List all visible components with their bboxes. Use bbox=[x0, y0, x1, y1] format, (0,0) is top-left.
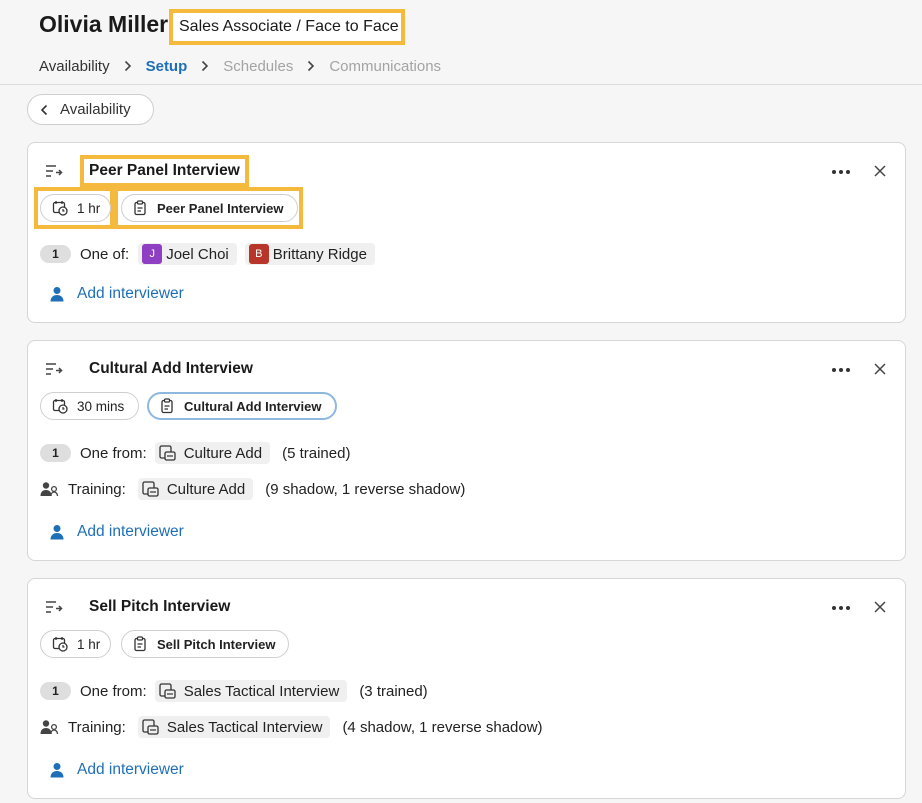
group-name: Culture Add bbox=[183, 444, 263, 462]
interviewer-chip[interactable]: J Joel Choi bbox=[138, 243, 237, 265]
chevron-right-icon bbox=[307, 60, 315, 72]
chevron-right-icon bbox=[124, 60, 132, 72]
pool-label: One from: bbox=[80, 682, 147, 700]
person-icon bbox=[50, 286, 64, 302]
more-options-icon[interactable] bbox=[832, 604, 852, 612]
shadow-count: (9 shadow, 1 reverse shadow) bbox=[265, 480, 466, 498]
add-interviewer-label: Add interviewer bbox=[77, 523, 184, 540]
training-pool: Training: Sales Tactical Interview (4 sh… bbox=[40, 716, 543, 738]
trained-count: (3 trained) bbox=[359, 682, 428, 700]
reorder-icon[interactable] bbox=[45, 600, 65, 616]
interviewer-name: Joel Choi bbox=[166, 245, 229, 263]
duration-label: 1 hr bbox=[77, 200, 101, 216]
job-role: Sales Associate / Face to Face bbox=[169, 9, 405, 45]
interviewer-chip[interactable]: B Brittany Ridge bbox=[244, 243, 375, 265]
duration-pill[interactable]: 30 mins bbox=[40, 392, 139, 420]
interview-type-label: Sell Pitch Interview bbox=[157, 636, 276, 652]
close-icon[interactable] bbox=[873, 164, 887, 178]
required-count-badge: 1 bbox=[40, 682, 71, 700]
duration-pill[interactable]: 1 hr bbox=[40, 194, 111, 222]
candidate-name: Olivia Miller bbox=[39, 11, 169, 37]
interviewer-group-chip[interactable]: Culture Add bbox=[154, 442, 271, 464]
group-card-icon bbox=[159, 445, 176, 461]
required-count-badge: 1 bbox=[40, 245, 71, 263]
person-icon bbox=[50, 762, 64, 778]
training-group-chip[interactable]: Sales Tactical Interview bbox=[137, 716, 331, 738]
interviewer-name: Brittany Ridge bbox=[272, 245, 367, 263]
add-interviewer-button[interactable]: Add interviewer bbox=[50, 522, 184, 542]
clock-calendar-icon bbox=[52, 636, 68, 652]
pool-label: One of: bbox=[80, 245, 130, 263]
duration-label: 30 mins bbox=[77, 398, 125, 414]
more-options-icon[interactable] bbox=[832, 168, 852, 176]
avatar: J bbox=[142, 244, 163, 264]
breadcrumb-communications[interactable]: Communications bbox=[329, 58, 441, 75]
people-icon bbox=[40, 719, 59, 735]
chevron-right-icon bbox=[201, 60, 209, 72]
interview-type-pill[interactable]: Cultural Add Interview bbox=[147, 392, 337, 420]
clock-calendar-icon bbox=[52, 398, 68, 414]
group-card-icon bbox=[159, 683, 176, 699]
avatar: B bbox=[248, 244, 269, 264]
interviewer-pool: 1 One from: Sales Tactical Interview (3 … bbox=[40, 680, 428, 702]
breadcrumb-schedules[interactable]: Schedules bbox=[223, 58, 293, 75]
add-interviewer-button[interactable]: Add interviewer bbox=[50, 760, 184, 780]
chevron-left-icon bbox=[40, 104, 48, 116]
page-header: Olivia Miller Sales Associate / Face to … bbox=[0, 0, 922, 85]
interview-type-pill[interactable]: Peer Panel Interview bbox=[121, 194, 298, 222]
more-options-icon[interactable] bbox=[832, 366, 852, 374]
add-interviewer-button[interactable]: Add interviewer bbox=[50, 284, 184, 304]
pool-label: One from: bbox=[80, 444, 147, 462]
group-name: Sales Tactical Interview bbox=[166, 718, 323, 736]
interview-title: Sell Pitch Interview bbox=[89, 598, 231, 615]
interview-title: Cultural Add Interview bbox=[89, 360, 253, 377]
training-group-chip[interactable]: Culture Add bbox=[137, 478, 254, 500]
breadcrumb-setup[interactable]: Setup bbox=[146, 58, 188, 75]
duration-label: 1 hr bbox=[77, 636, 101, 652]
reorder-icon[interactable] bbox=[45, 362, 65, 378]
interview-type-label: Peer Panel Interview bbox=[157, 200, 284, 216]
people-icon bbox=[40, 481, 59, 497]
back-button-label: Availability bbox=[60, 101, 131, 118]
clipboard-icon bbox=[133, 636, 148, 652]
back-to-availability-button[interactable]: Availability bbox=[27, 94, 154, 125]
trained-count: (5 trained) bbox=[282, 444, 351, 462]
group-name: Culture Add bbox=[166, 480, 246, 498]
training-label: Training: bbox=[68, 480, 126, 498]
person-icon bbox=[50, 524, 64, 540]
interview-type-label: Cultural Add Interview bbox=[184, 398, 322, 414]
interview-card-peer-panel: Peer Panel Interview 1 hr Peer Panel Int… bbox=[27, 142, 906, 323]
breadcrumb-availability[interactable]: Availability bbox=[39, 58, 110, 75]
duration-pill[interactable]: 1 hr bbox=[40, 630, 111, 658]
interviewer-group-chip[interactable]: Sales Tactical Interview bbox=[154, 680, 348, 702]
add-interviewer-label: Add interviewer bbox=[77, 285, 184, 302]
interview-card-cultural-add: Cultural Add Interview 30 mins Cultural … bbox=[27, 340, 906, 561]
group-name: Sales Tactical Interview bbox=[183, 682, 340, 700]
required-count-badge: 1 bbox=[40, 444, 71, 462]
clipboard-icon bbox=[133, 200, 148, 216]
interviewer-pool: 1 One from: Culture Add (5 trained) bbox=[40, 442, 350, 464]
group-card-icon bbox=[142, 719, 159, 735]
close-icon[interactable] bbox=[873, 362, 887, 376]
breadcrumb: Availability Setup Schedules Communicati… bbox=[39, 56, 441, 76]
interview-title: Peer Panel Interview bbox=[80, 155, 249, 187]
interview-type-pill[interactable]: Sell Pitch Interview bbox=[121, 630, 289, 658]
clipboard-icon bbox=[160, 398, 175, 414]
training-pool: Training: Culture Add (9 shadow, 1 rever… bbox=[40, 478, 465, 500]
training-label: Training: bbox=[68, 718, 126, 736]
shadow-count: (4 shadow, 1 reverse shadow) bbox=[342, 718, 543, 736]
group-card-icon bbox=[142, 481, 159, 497]
clock-calendar-icon bbox=[52, 200, 68, 216]
add-interviewer-label: Add interviewer bbox=[77, 761, 184, 778]
reorder-icon[interactable] bbox=[45, 164, 65, 180]
interview-card-sell-pitch: Sell Pitch Interview 1 hr Sell Pitch Int… bbox=[27, 578, 906, 799]
interviewer-pool: 1 One of: J Joel Choi B Brittany Ridge bbox=[40, 243, 375, 265]
close-icon[interactable] bbox=[873, 600, 887, 614]
